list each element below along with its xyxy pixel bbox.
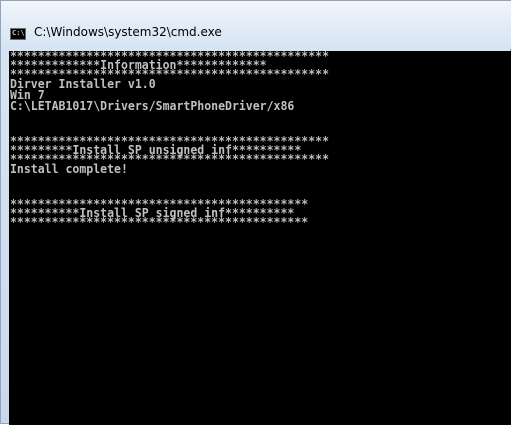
console-line: ****************************************… <box>10 215 309 229</box>
window-title: C:\Windows\system32\cmd.exe <box>34 25 222 39</box>
title-bar[interactable]: C:\ C:\Windows\system32\cmd.exe <box>1 1 511 49</box>
console-output[interactable]: ****************************************… <box>9 51 511 425</box>
console-lines: ****************************************… <box>10 51 342 229</box>
console-line: Install complete! <box>10 162 128 176</box>
console-line: Dirver Installer v1.0 <box>10 77 156 91</box>
cmd-window: C:\ C:\Windows\system32\cmd.exe ********… <box>0 0 511 425</box>
console-line: C:\LETAB1017\Drivers/SmartPhoneDriver/x8… <box>10 99 295 113</box>
console-icon-label: C:\ <box>12 29 25 37</box>
console-icon: C:\ <box>10 28 26 40</box>
